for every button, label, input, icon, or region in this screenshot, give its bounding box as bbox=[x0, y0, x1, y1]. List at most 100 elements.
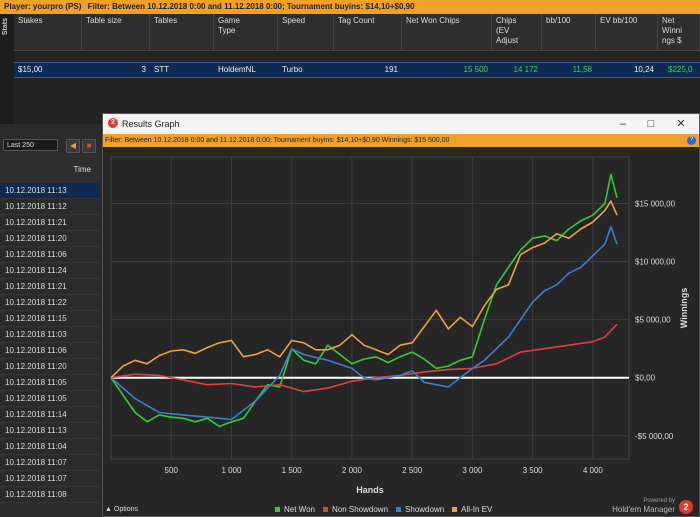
y-tick-label: $0,00 bbox=[635, 374, 656, 383]
cell-speed: Turbo bbox=[282, 65, 303, 74]
window-title-bar[interactable]: 2 Results Graph – □ ✕ bbox=[103, 114, 699, 134]
winnings-value: $15 500,00 bbox=[414, 137, 450, 144]
cell-net-winnings: $225,0 bbox=[668, 65, 693, 74]
legend-swatch bbox=[452, 507, 458, 513]
player-label: Player: bbox=[4, 2, 31, 11]
legend-entry[interactable]: Showdown bbox=[396, 505, 444, 514]
list-item[interactable]: 10.12.2018 11:15 bbox=[0, 311, 100, 327]
legend-entry[interactable]: All-In EV bbox=[452, 505, 492, 514]
session-range-select[interactable]: Last 250 bbox=[3, 139, 58, 151]
list-item[interactable]: 10.12.2018 11:07 bbox=[0, 455, 100, 471]
chart-legend: Net Won Non Showdown Showdown All-In EV bbox=[275, 504, 500, 516]
column-header-tag-count[interactable]: Tag Count bbox=[334, 14, 402, 50]
y-tick-label: $5 000,00 bbox=[635, 316, 671, 325]
column-header-tables[interactable]: Tables bbox=[150, 14, 214, 50]
cell-net-won-chips: 15 500 bbox=[463, 65, 488, 74]
options-label: Options bbox=[113, 506, 138, 513]
list-item[interactable]: 10.12.2018 11:20 bbox=[0, 231, 100, 247]
winnings-label: Winnings: bbox=[381, 137, 413, 144]
column-header-chips-ev[interactable]: Chips (EV Adjust bbox=[492, 14, 542, 50]
x-tick-label: 500 bbox=[165, 466, 179, 475]
x-tick-label: 2 500 bbox=[402, 466, 423, 475]
column-header-net-won-chips[interactable]: Net Won Chips bbox=[402, 14, 492, 50]
results-graph-window: 2 Results Graph – □ ✕ Filter: Between 10… bbox=[102, 113, 700, 517]
list-item[interactable]: 10.12.2018 11:24 bbox=[0, 263, 100, 279]
column-header-table-size[interactable]: Table size bbox=[82, 14, 150, 50]
x-tick-label: 3 000 bbox=[462, 466, 483, 475]
filter-label: Filter: bbox=[87, 2, 110, 11]
cell-bb100: 11,58 bbox=[572, 65, 592, 74]
options-button[interactable]: ▲ Options bbox=[105, 504, 149, 516]
player-name: yourpro (PS) bbox=[32, 2, 82, 11]
list-item[interactable]: 10.12.2018 11:04 bbox=[0, 439, 100, 455]
list-item[interactable]: 10.12.2018 11:06 bbox=[0, 343, 100, 359]
x-tick-label: 1 500 bbox=[282, 466, 303, 475]
help-icon[interactable]: ? bbox=[687, 136, 696, 145]
filter-text: Between 10.12.2018 0:00 and 11.12.2018 0… bbox=[112, 2, 415, 11]
list-item[interactable]: 10.12.2018 11:08 bbox=[0, 487, 100, 503]
window-title: Results Graph bbox=[122, 119, 180, 129]
list-item[interactable]: 10.12.2018 11:05 bbox=[0, 375, 100, 391]
player-filter-bar: Player: yourpro (PS) Filter: Between 10.… bbox=[0, 0, 700, 14]
legend-label: Showdown bbox=[405, 505, 445, 514]
stats-table: Stakes Table size Tables Game Type Speed … bbox=[14, 14, 700, 124]
x-tick-label: 2 000 bbox=[342, 466, 363, 475]
legend-label: All-In EV bbox=[461, 505, 493, 514]
list-item[interactable]: 10.12.2018 11:06 bbox=[0, 247, 100, 263]
list-item[interactable]: 10.12.2018 11:13 bbox=[0, 183, 100, 199]
session-toolbar: Last 250 ◀ ■ bbox=[0, 137, 100, 153]
stats-side-tab-label: Stats bbox=[2, 18, 9, 36]
session-time-list: 10.12.2018 11:13 10.12.2018 11:12 10.12.… bbox=[0, 183, 100, 517]
x-tick-label: 1 000 bbox=[221, 466, 242, 475]
x-axis-label: Hands bbox=[356, 485, 384, 495]
app-logo-icon: 2 bbox=[108, 118, 118, 128]
column-header-net-winnings[interactable]: Net Winni ngs $ bbox=[658, 14, 700, 50]
list-item[interactable]: 10.12.2018 11:21 bbox=[0, 215, 100, 231]
brand-name: Hold'em Manager bbox=[612, 505, 675, 514]
list-item[interactable]: 10.12.2018 11:07 bbox=[0, 471, 100, 487]
column-header-ev-bb100[interactable]: EV bb/100 bbox=[596, 14, 658, 50]
stats-table-header: Stakes Table size Tables Game Type Speed … bbox=[14, 14, 700, 51]
brand-block: Powered by Hold'em Manager bbox=[612, 498, 675, 514]
table-row[interactable]: $15,00 3 STT HoldemNL Turbo 191 15 500 1… bbox=[14, 62, 700, 78]
list-item[interactable]: 10.12.2018 11:13 bbox=[0, 423, 100, 439]
list-item[interactable]: 10.12.2018 11:20 bbox=[0, 359, 100, 375]
legend-entry[interactable]: Net Won bbox=[275, 505, 315, 514]
results-chart: 500 1 000 1 500 2 000 2 500 3 000 3 500 4 000 -$… bbox=[110, 156, 689, 495]
list-item[interactable]: 10.12.2018 11:05 bbox=[0, 391, 100, 407]
y-tick-label: $10 000,00 bbox=[635, 258, 676, 267]
cell-table-size: 3 bbox=[141, 65, 146, 74]
dice-icon[interactable]: ■ bbox=[82, 139, 96, 153]
y-tick-label: $15 000,00 bbox=[635, 199, 676, 208]
list-item[interactable]: 10.12.2018 11:03 bbox=[0, 327, 100, 343]
x-tick-label: 4 000 bbox=[583, 466, 604, 475]
list-item[interactable]: 10.12.2018 11:12 bbox=[0, 199, 100, 215]
y-tick-label: -$5 000,00 bbox=[635, 432, 674, 441]
graph-filter-text: Between 10.12.2018 0:00 and 11.12.2018 0… bbox=[124, 137, 380, 144]
legend-label: Non Showdown bbox=[331, 505, 389, 514]
x-tick-label: 3 500 bbox=[523, 466, 544, 475]
cell-stakes: $15,00 bbox=[18, 65, 43, 74]
legend-swatch bbox=[275, 507, 280, 513]
y-axis-label: Winnings bbox=[679, 288, 689, 328]
maximize-icon[interactable]: □ bbox=[643, 116, 659, 132]
column-header-stakes[interactable]: Stakes bbox=[14, 14, 82, 50]
minimize-icon[interactable]: – bbox=[615, 116, 631, 132]
plot-area bbox=[110, 156, 630, 460]
cell-chips-ev: 14 172 bbox=[513, 65, 538, 74]
column-header-speed[interactable]: Speed bbox=[278, 14, 334, 50]
legend-swatch bbox=[396, 507, 402, 513]
column-header-bb100[interactable]: bb/100 bbox=[542, 14, 596, 50]
time-column-header[interactable]: Time bbox=[0, 153, 100, 184]
column-header-game-type[interactable]: Game Type bbox=[214, 14, 278, 50]
list-item[interactable]: 10.12.2018 11:14 bbox=[0, 407, 100, 423]
list-item[interactable]: 10.12.2018 11:22 bbox=[0, 295, 100, 311]
close-icon[interactable]: ✕ bbox=[673, 116, 689, 132]
legend-entry[interactable]: Non Showdown bbox=[322, 505, 389, 514]
legend-swatch bbox=[322, 507, 328, 513]
graph-filter-bar: Filter: Between 10.12.2018 0:00 and 11.1… bbox=[103, 134, 699, 147]
graph-filter-label: Filter: bbox=[105, 137, 123, 144]
stats-side-tab[interactable]: Stats bbox=[0, 14, 15, 124]
rewind-icon[interactable]: ◀ bbox=[66, 139, 80, 153]
list-item[interactable]: 10.12.2018 11:21 bbox=[0, 279, 100, 295]
